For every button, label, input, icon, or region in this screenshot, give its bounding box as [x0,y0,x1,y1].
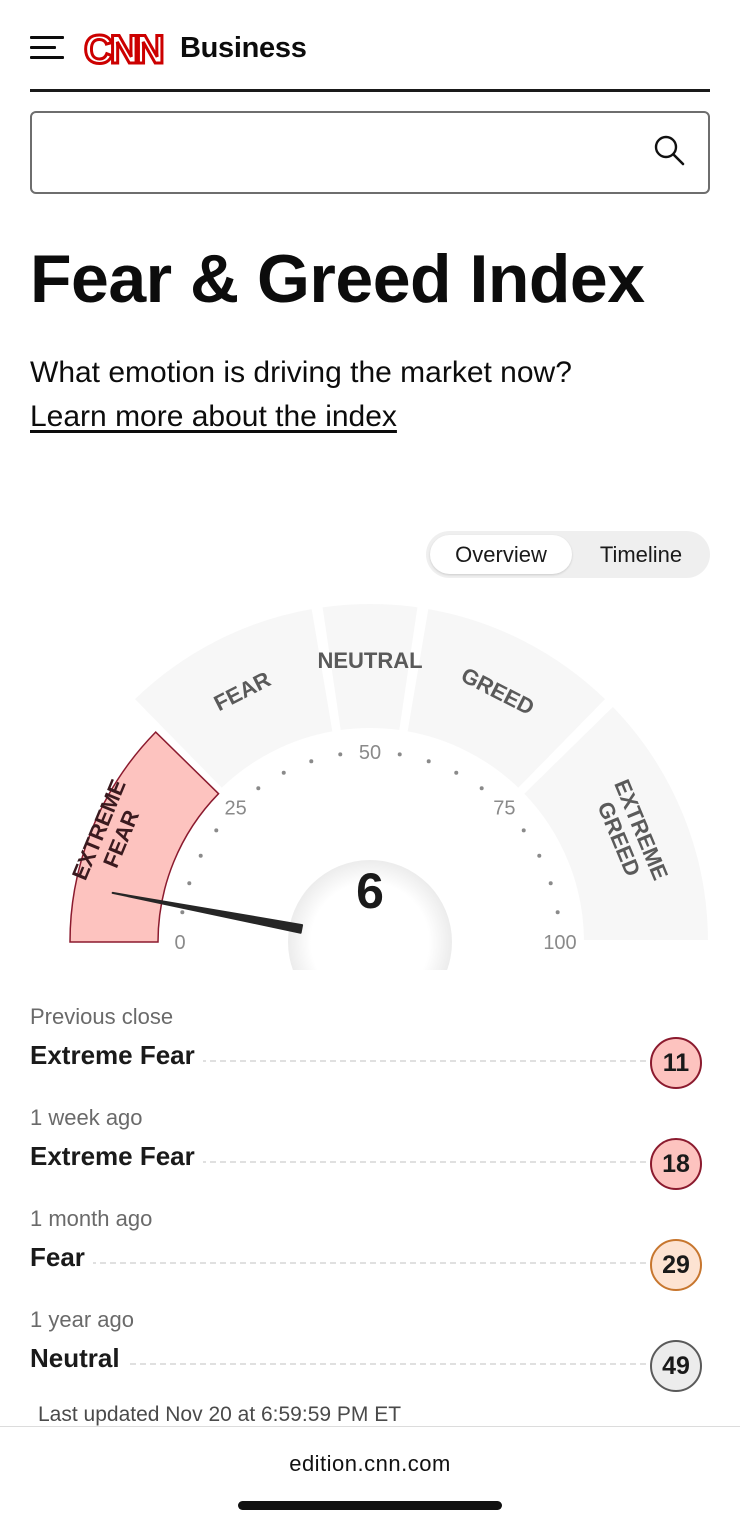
home-indicator[interactable] [238,1501,502,1510]
history-period: 1 week ago [30,1105,143,1130]
tab-overview[interactable]: Overview [430,535,572,574]
hamburger-menu-icon[interactable] [30,34,64,62]
gauge-tick-dot [187,881,192,886]
history-rating: Neutral [30,1343,128,1374]
url-text[interactable]: edition.cnn.com [0,1451,740,1477]
history-score-badge: 49 [650,1340,702,1392]
history-row: Previous close Extreme Fear 11 [30,1000,706,1101]
history-score-badge: 18 [650,1138,702,1190]
gauge-tick-dot [338,752,343,757]
learn-more-link[interactable]: Learn more about the index [30,400,397,434]
gauge-tick-dot [479,786,484,791]
cnn-logo[interactable]: CNN [82,26,174,73]
page-subtitle: What emotion is driving the market now? [30,356,572,389]
history-row: 1 month ago Fear 29 [30,1202,706,1303]
history-score-badge: 29 [650,1239,702,1291]
gauge-tick-dot [454,770,459,775]
gauge-tick-label: 75 [493,798,515,820]
gauge-tick-dot [521,828,526,833]
gauge-tick-dot [397,752,402,757]
history-row: 1 week ago Extreme Fear 18 [30,1101,706,1202]
tab-timeline[interactable]: Timeline [576,535,706,574]
svg-text:CNN: CNN [84,28,163,72]
history-period: 1 month ago [30,1206,153,1231]
gauge-tick-dot [555,910,560,915]
site-header: CNN Business [30,26,710,92]
gauge-tick-label: 0 [174,932,185,954]
search-input[interactable] [46,131,636,175]
history-rating: Fear [30,1242,93,1273]
history-period: 1 year ago [30,1307,134,1332]
gauge-tick-label: 25 [225,798,247,820]
gauge-tick-dot [256,786,261,791]
gauge-tick-dot [180,910,185,915]
gauge-tick-label: 50 [359,742,381,764]
gauge-tick-dot [309,759,314,764]
page-title: Fear & Greed Index [30,241,645,317]
dotted-leader [30,1262,646,1264]
gauge-tick-dot [426,759,431,764]
gauge-tick-dot [214,828,219,833]
search-box[interactable] [30,111,710,194]
browser-address-bar[interactable]: edition.cnn.com [0,1426,740,1525]
gauge-tick-dot [537,853,542,858]
gauge-tick-dot [198,853,203,858]
gauge-zone-label: NEUTRAL [317,648,422,673]
history-period: Previous close [30,1004,174,1029]
gauge-tick-dot [548,881,553,886]
view-toggle: Overview Timeline [426,531,710,578]
search-icon[interactable] [652,133,686,167]
history-rating: Extreme Fear [30,1141,203,1172]
gauge-score: 6 [356,863,384,919]
gauge-tick-dot [281,770,286,775]
gauge-tick-label: 100 [543,932,576,954]
history-score-badge: 11 [650,1037,702,1089]
last-updated: Last updated Nov 20 at 6:59:59 PM ET [38,1403,402,1426]
history-list: Previous close Extreme Fear 11 1 week ag… [30,1000,706,1404]
brand-word[interactable]: Business [180,32,307,65]
history-row: 1 year ago Neutral 49 [30,1303,706,1404]
history-rating: Extreme Fear [30,1040,203,1071]
